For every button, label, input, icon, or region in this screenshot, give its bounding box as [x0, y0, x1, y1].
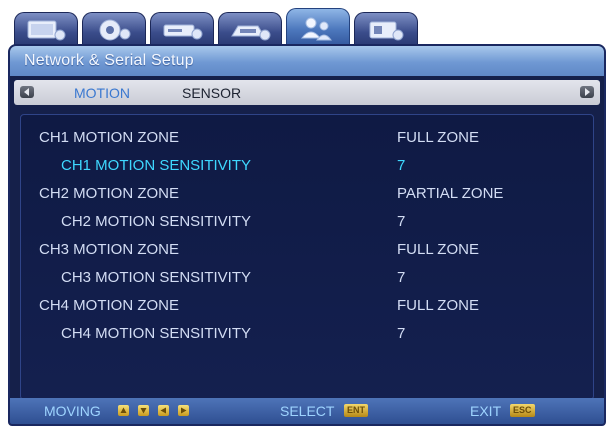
schedule-setup-icon	[231, 25, 271, 40]
arrow-left-icon	[24, 88, 29, 96]
tab-motion[interactable]: MOTION	[74, 85, 130, 101]
panel-title: Network & Serial Setup	[10, 46, 604, 76]
tab-display[interactable]	[14, 12, 78, 46]
setting-label: CH2 MOTION ZONE	[39, 185, 180, 202]
setting-label: CH1 MOTION SENSITIVITY	[61, 157, 252, 174]
setting-value[interactable]: FULL ZONE	[397, 297, 479, 314]
setting-row-ch4-motion-sensitivity[interactable]: CH4 MOTION SENSITIVITY 7	[21, 325, 593, 347]
sub-tab-prev-button[interactable]	[20, 86, 34, 98]
setting-label: CH2 MOTION SENSITIVITY	[61, 213, 252, 230]
tab-sensor[interactable]: SENSOR	[182, 85, 241, 101]
setting-value[interactable]: FULL ZONE	[397, 241, 479, 258]
setting-row-ch2-motion-zone[interactable]: CH2 MOTION ZONE PARTIAL ZONE	[21, 185, 593, 207]
setting-row-ch1-motion-zone[interactable]: CH1 MOTION ZONE FULL ZONE	[21, 129, 593, 151]
setting-label: CH4 MOTION ZONE	[39, 297, 180, 314]
escape-key-icon: ESC	[510, 404, 535, 417]
motion-settings-list: CH1 MOTION ZONE FULL ZONE CH1 MOTION SEN…	[20, 114, 594, 400]
enter-key-icon: ENT	[344, 404, 368, 417]
setup-panel: Network & Serial Setup MOTION SENSOR CH1…	[8, 44, 606, 426]
setup-tab-strip	[14, 8, 614, 46]
tab-network[interactable]	[286, 8, 350, 46]
tab-schedule[interactable]	[218, 12, 282, 46]
key-hint-bar: MOVING SELECT ENT EXIT ESC	[10, 398, 604, 424]
arrow-right-icon	[585, 88, 590, 96]
setting-value[interactable]: 7	[397, 213, 405, 230]
arrow-right-icon	[178, 405, 189, 416]
setting-value[interactable]: 7	[397, 325, 405, 342]
arrow-left-icon	[158, 405, 169, 416]
display-setup-icon	[27, 20, 66, 40]
select-hint-label: SELECT	[280, 403, 335, 419]
setting-row-ch3-motion-sensitivity[interactable]: CH3 MOTION SENSITIVITY 7	[21, 269, 593, 291]
storage-setup-icon	[163, 24, 203, 39]
setting-row-ch1-motion-sensitivity[interactable]: CH1 MOTION SENSITIVITY 7	[21, 157, 593, 179]
setting-value[interactable]: 7	[397, 269, 405, 286]
moving-hint-label: MOVING	[44, 403, 101, 419]
system-setup-icon	[369, 21, 404, 40]
sub-tab-next-button[interactable]	[580, 86, 594, 98]
sub-tab-bar: MOTION SENSOR	[14, 80, 600, 105]
setting-row-ch4-motion-zone[interactable]: CH4 MOTION ZONE FULL ZONE	[21, 297, 593, 319]
tab-storage[interactable]	[150, 12, 214, 46]
setting-row-ch3-motion-zone[interactable]: CH3 MOTION ZONE FULL ZONE	[21, 241, 593, 263]
setting-value[interactable]: 7	[397, 157, 405, 174]
setting-label: CH4 MOTION SENSITIVITY	[61, 325, 252, 342]
network-setup-icon	[300, 17, 332, 40]
setting-value[interactable]: FULL ZONE	[397, 129, 479, 146]
setting-row-ch2-motion-sensitivity[interactable]: CH2 MOTION SENSITIVITY 7	[21, 213, 593, 235]
tab-record[interactable]	[82, 12, 146, 46]
exit-hint-label: EXIT	[470, 403, 502, 419]
arrow-down-icon	[138, 405, 149, 416]
setting-label: CH3 MOTION ZONE	[39, 241, 180, 258]
setting-value[interactable]: PARTIAL ZONE	[397, 185, 503, 202]
record-setup-icon	[99, 19, 131, 40]
setting-label: CH3 MOTION SENSITIVITY	[61, 269, 252, 286]
tab-system[interactable]	[354, 12, 418, 46]
setting-label: CH1 MOTION ZONE	[39, 129, 180, 146]
arrow-up-icon	[118, 405, 129, 416]
